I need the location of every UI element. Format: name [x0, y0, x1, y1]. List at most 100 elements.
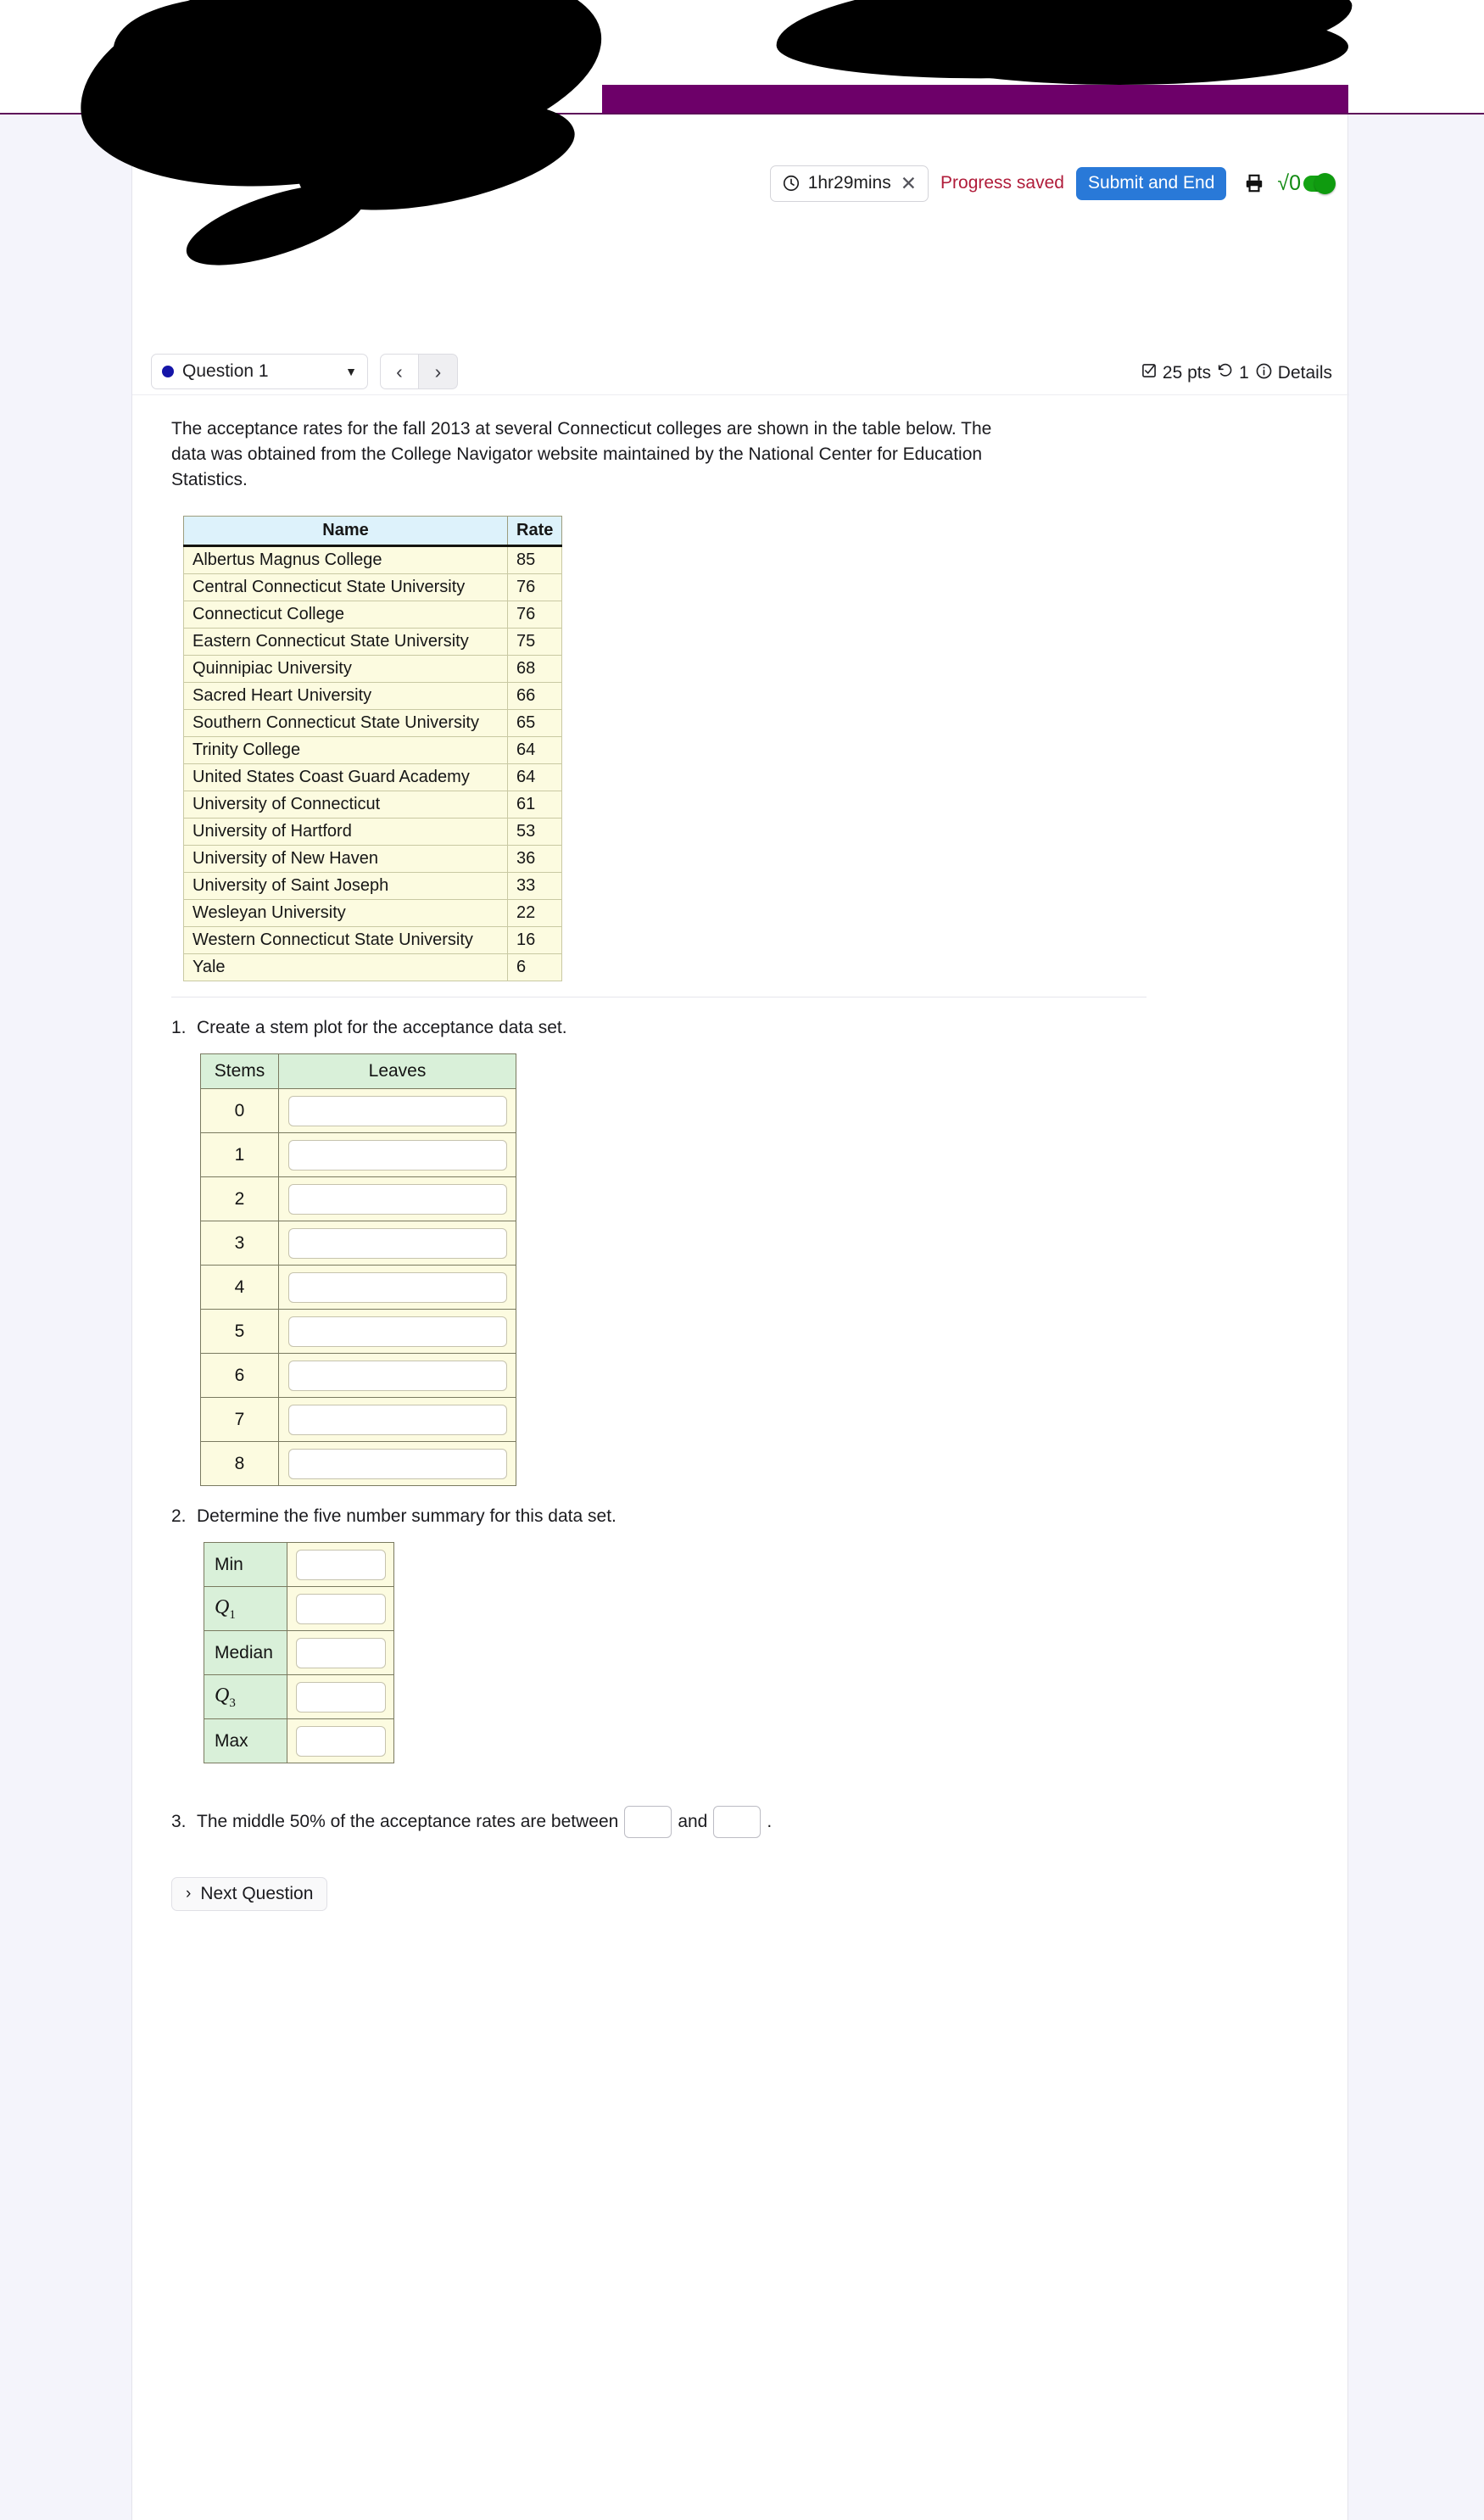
cell-name: Eastern Connecticut State University	[183, 628, 508, 657]
leaves-input-3[interactable]	[287, 1227, 507, 1259]
column-header-rate: Rate	[506, 516, 563, 548]
summary-input-q1[interactable]	[295, 1593, 386, 1624]
cell-name: Sacred Heart University	[183, 682, 508, 711]
column-header-stems: Stems	[200, 1053, 279, 1090]
table-row: Yale 6	[183, 953, 563, 982]
info-icon	[1255, 362, 1273, 385]
stem-value: 8	[200, 1441, 279, 1487]
table-body: Albertus Magnus College 85 Central Connec…	[183, 545, 563, 982]
summary-row: Median	[204, 1630, 394, 1676]
cell-name: University of Saint Joseph	[183, 872, 508, 901]
stem-value: 2	[200, 1176, 279, 1222]
question-status-dot	[162, 366, 174, 377]
table-header-row: Name Rate	[183, 516, 563, 548]
summary-input-min[interactable]	[295, 1549, 386, 1580]
summary-input-max[interactable]	[295, 1725, 386, 1757]
cell-name: Trinity College	[183, 736, 508, 765]
cell-rate: 65	[506, 709, 563, 738]
stem-row: 0	[200, 1088, 516, 1134]
cell-name: Wesleyan University	[183, 899, 508, 928]
cell-name: Albertus Magnus College	[183, 545, 508, 575]
cell-rate: 75	[506, 628, 563, 657]
clock-icon	[782, 174, 801, 193]
cell-rate: 64	[506, 763, 563, 792]
details-segment[interactable]: Details	[1255, 362, 1332, 385]
cell-name: United States Coast Guard Academy	[183, 763, 508, 792]
cell-name: Central Connecticut State University	[183, 573, 508, 602]
leaves-input-4[interactable]	[287, 1271, 507, 1303]
nav-divider	[132, 394, 1349, 395]
summary-field-cell	[287, 1718, 394, 1764]
screenshot-root: 1hr29mins ✕ Progress saved Submit and En…	[0, 0, 1484, 2520]
cell-rate: 22	[506, 899, 563, 928]
q3-lower-bound-input[interactable]	[624, 1806, 672, 1839]
cell-rate: 61	[506, 791, 563, 819]
question-2-text: Determine the five number summary for th…	[197, 1506, 616, 1527]
close-icon[interactable]: ✕	[901, 173, 917, 193]
cell-rate: 64	[506, 736, 563, 765]
attempts-label: 1	[1239, 363, 1249, 383]
summary-row: Q1	[204, 1586, 394, 1632]
cell-rate: 33	[506, 872, 563, 901]
submit-and-end-button[interactable]: Submit and End	[1075, 166, 1227, 200]
print-icon[interactable]	[1243, 172, 1265, 194]
next-question-label: Next Question	[200, 1884, 314, 1904]
cell-rate: 16	[506, 926, 563, 955]
stem-value: 0	[200, 1088, 279, 1134]
undo-icon	[1217, 362, 1234, 384]
cell-name: Yale	[183, 953, 508, 982]
next-question-footer-button[interactable]: › Next Question	[171, 1877, 328, 1912]
cell-name: Western Connecticut State University	[183, 926, 508, 955]
stem-row: 6	[200, 1353, 516, 1399]
toggle-track[interactable]	[1303, 172, 1336, 194]
summary-input-q3[interactable]	[295, 1681, 386, 1713]
leaves-cell	[278, 1088, 516, 1134]
stem-value: 4	[200, 1265, 279, 1310]
stem-value: 7	[200, 1397, 279, 1443]
cell-rate: 68	[506, 655, 563, 684]
stem-row: 7	[200, 1397, 516, 1443]
leaves-cell	[278, 1397, 516, 1443]
stem-value: 1	[200, 1132, 279, 1178]
prev-question-button[interactable]: ‹	[380, 354, 419, 389]
five-table-body: Min Q1 Median Q3 Max	[204, 1542, 394, 1764]
question-1-number: 1.	[171, 1018, 187, 1038]
stem-value: 6	[200, 1353, 279, 1399]
chevron-right-icon: ›	[186, 1885, 192, 1903]
math-input-toggle[interactable]: √0	[1277, 172, 1336, 194]
table-row: University of Saint Joseph 33	[183, 872, 563, 901]
stem-value: 5	[200, 1309, 279, 1355]
leaves-input-1[interactable]	[287, 1139, 507, 1171]
q3-upper-bound-input[interactable]	[713, 1806, 762, 1839]
question-selector[interactable]: Question 1 ▼	[151, 354, 368, 389]
leaves-input-0[interactable]	[287, 1095, 507, 1126]
cell-name: University of Hartford	[183, 818, 508, 847]
leaves-cell	[278, 1132, 516, 1178]
summary-input-median[interactable]	[295, 1637, 386, 1668]
question-3-number: 3.	[171, 1812, 187, 1832]
cell-name: Southern Connecticut State University	[183, 709, 508, 738]
details-label: Details	[1277, 363, 1332, 383]
redaction-mark	[890, 8, 1348, 85]
cell-rate: 66	[506, 682, 563, 711]
leaves-input-2[interactable]	[287, 1183, 507, 1215]
leaves-input-7[interactable]	[287, 1404, 507, 1435]
stem-table-body: 0 1 2 3 4 5 6 7 8	[200, 1088, 516, 1487]
table-row: United States Coast Guard Academy 64	[183, 763, 563, 792]
cell-name: University of New Haven	[183, 845, 508, 874]
question-prompt: The acceptance rates for the fall 2013 a…	[171, 419, 992, 489]
timer-label: 1hr29mins	[807, 173, 891, 193]
leaves-input-8[interactable]	[287, 1448, 507, 1479]
question-selector-label: Question 1	[182, 361, 269, 381]
next-question-button[interactable]: ›	[419, 354, 458, 389]
cell-name: University of Connecticut	[183, 791, 508, 819]
question-1-text: Create a stem plot for the acceptance da…	[197, 1018, 567, 1038]
stem-value: 3	[200, 1221, 279, 1266]
leaves-cell	[278, 1309, 516, 1355]
leaves-input-5[interactable]	[287, 1316, 507, 1347]
stem-row: 4	[200, 1265, 516, 1310]
timer-pill[interactable]: 1hr29mins ✕	[769, 165, 929, 202]
leaves-input-6[interactable]	[287, 1360, 507, 1391]
question-2: 2. Determine the five number summary for…	[171, 1506, 1349, 1527]
question-content: The acceptance rates for the fall 2013 a…	[132, 400, 1349, 1912]
